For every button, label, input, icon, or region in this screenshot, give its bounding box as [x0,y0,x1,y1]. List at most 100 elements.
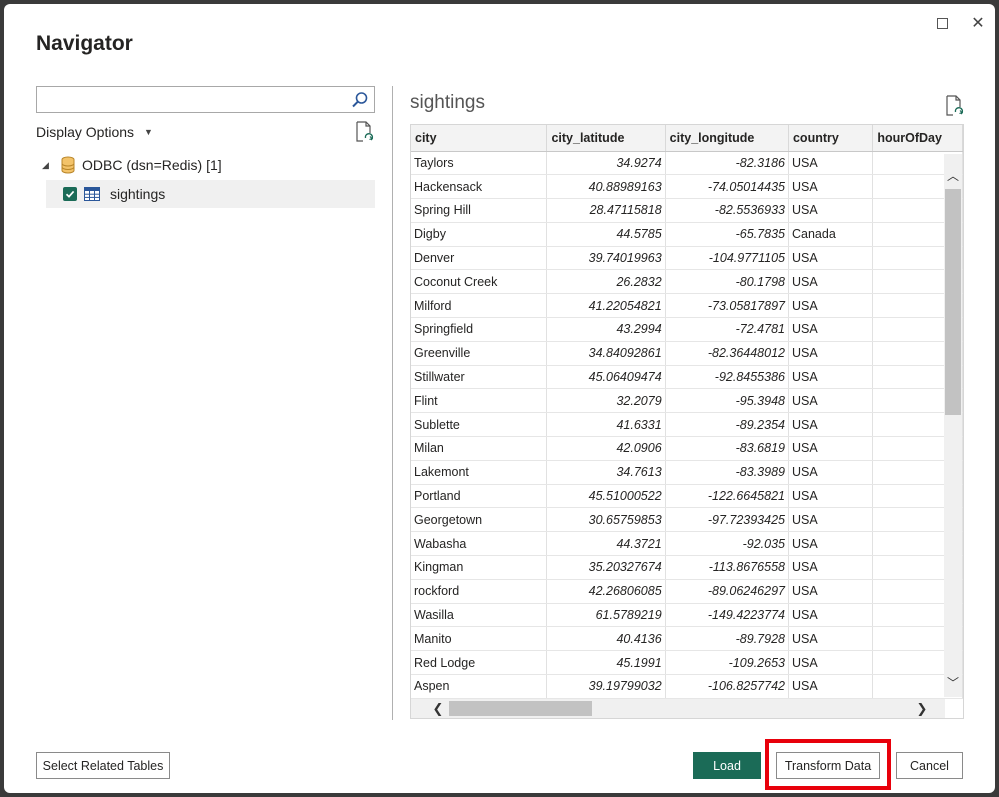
table-cell: -106.8257742 [665,674,789,699]
table-cell: -65.7835 [665,222,789,247]
table-cell: Milford [411,293,548,319]
scroll-right-icon[interactable]: ❯ [913,699,931,718]
table-cell: 34.84092861 [546,341,666,366]
table-cell: Kingman [411,555,548,580]
table-cell: Flint [411,388,548,414]
search-field[interactable] [36,86,375,113]
table-cell: USA [788,293,874,319]
table-cell: USA [788,388,874,414]
collapse-triangle-icon[interactable]: ◢ [42,160,54,171]
table-cell: Greenville [411,341,548,366]
tree-root-label: ODBC (dsn=Redis) [1] [82,157,222,173]
table-row: Taylors 34.9274 -82.3186 USA [411,151,963,176]
scroll-down-icon[interactable]: ﹀ [944,673,962,691]
select-related-tables-button[interactable]: Select Related Tables [36,752,170,779]
table-cell: USA [788,436,874,461]
preview-title: sightings [410,92,485,113]
column-header[interactable]: city_latitude [546,125,666,152]
table-row: Coconut Creek 26.2832 -80.1798 USA [411,269,963,295]
table-row: Stillwater 45.06409474 -92.8455386 USA [411,365,963,390]
table-cell: -97.72393425 [665,507,789,533]
pane-divider[interactable] [392,86,393,720]
table-cell: -82.3186 [665,151,789,176]
data-table: city city_latitude city_longitude country ho… [411,125,963,699]
table-cell: -122.6645821 [665,484,789,509]
search-icon[interactable] [351,91,369,109]
table-cell: rockford [411,579,548,604]
table-cell: 61.5789219 [546,603,666,628]
refresh-icon[interactable] [944,95,964,117]
table-cell: USA [788,341,874,366]
table-cell: USA [788,365,874,390]
table-cell: Taylors [411,151,548,176]
table-icon [84,187,100,201]
close-icon[interactable]: ✕ [966,12,990,34]
table-cell: 28.47115818 [546,198,666,223]
table-cell: Wasilla [411,603,548,628]
table-cell: USA [788,174,874,200]
table-cell: Stillwater [411,365,548,390]
table-cell: -92.035 [665,531,789,557]
table-cell: -92.8455386 [665,365,789,390]
table-cell: Denver [411,246,548,271]
table-row: Sublette 41.6331 -89.2354 USA [411,412,963,438]
scroll-left-icon[interactable]: ❮ [429,699,447,718]
checkbox-checked[interactable] [63,187,77,201]
table-cell: USA [788,246,874,271]
table-row: Flint 32.2079 -95.3948 USA [411,388,963,414]
horizontal-scroll-thumb[interactable] [449,701,592,716]
cancel-button[interactable]: Cancel [896,752,963,779]
horizontal-scrollbar[interactable]: ❮ ❯ [411,699,945,718]
display-options-dropdown[interactable]: Display Options ▼ [36,124,153,140]
table-cell: Hackensack [411,174,548,200]
scroll-up-icon[interactable]: ︿ [944,166,962,184]
table-row: Spring Hill 28.47115818 -82.5536933 USA [411,198,963,223]
table-cell: 34.9274 [546,151,666,176]
column-header[interactable]: hourOfDay [872,125,963,152]
search-input[interactable] [37,87,337,112]
column-header[interactable]: city_longitude [665,125,789,152]
table-row: Lakemont 34.7613 -83.3989 USA [411,460,963,485]
maximize-icon[interactable] [930,12,954,34]
table-cell: -89.7928 [665,626,789,652]
column-header[interactable]: country [788,125,874,152]
table-cell: 45.06409474 [546,365,666,390]
table-cell: 35.20327674 [546,555,666,580]
table-cell: Canada [788,222,874,247]
table-cell: 45.1991 [546,650,666,676]
table-row: Wabasha 44.3721 -92.035 USA [411,531,963,557]
table-cell: 39.19799032 [546,674,666,699]
table-row: Hackensack 40.88989163 -74.05014435 USA [411,174,963,200]
vertical-scroll-thumb[interactable] [945,189,961,415]
table-cell: 43.2994 [546,317,666,342]
table-cell: 44.5785 [546,222,666,247]
table-cell: Coconut Creek [411,269,548,295]
table-cell: -89.06246297 [665,579,789,604]
table-row: Aspen 39.19799032 -106.8257742 USA [411,674,963,699]
load-button[interactable]: Load [693,752,761,779]
table-cell: -80.1798 [665,269,789,295]
table-row: Red Lodge 45.1991 -109.2653 USA [411,650,963,676]
tree-item-sightings[interactable]: sightings [46,180,375,208]
table-cell: Aspen [411,674,548,699]
highlight-annotation [765,739,891,790]
table-cell: -113.8676558 [665,555,789,580]
tree-child-label: sightings [110,186,166,202]
vertical-scrollbar[interactable]: ︿ ﹀ [944,154,962,697]
table-cell: Sublette [411,412,548,438]
table-cell: -72.4781 [665,317,789,342]
column-header[interactable]: city [411,125,548,152]
table-row: Portland 45.51000522 -122.6645821 USA [411,484,963,509]
table-cell: USA [788,603,874,628]
table-row: Digby 44.5785 -65.7835 Canada [411,222,963,247]
table-cell: 42.26806085 [546,579,666,604]
table-row: Denver 39.74019963 -104.9771105 USA [411,246,963,271]
dialog-title: Navigator [36,32,133,55]
refresh-icon[interactable] [354,121,374,143]
table-cell: -82.36448012 [665,341,789,366]
table-cell: -149.4223774 [665,603,789,628]
table-cell: 26.2832 [546,269,666,295]
table-row: Milford 41.22054821 -73.05817897 USA [411,293,963,319]
tree-item-odbc[interactable]: ◢ ODBC (dsn=Redis) [1] [42,156,222,174]
table-cell: -82.5536933 [665,198,789,223]
